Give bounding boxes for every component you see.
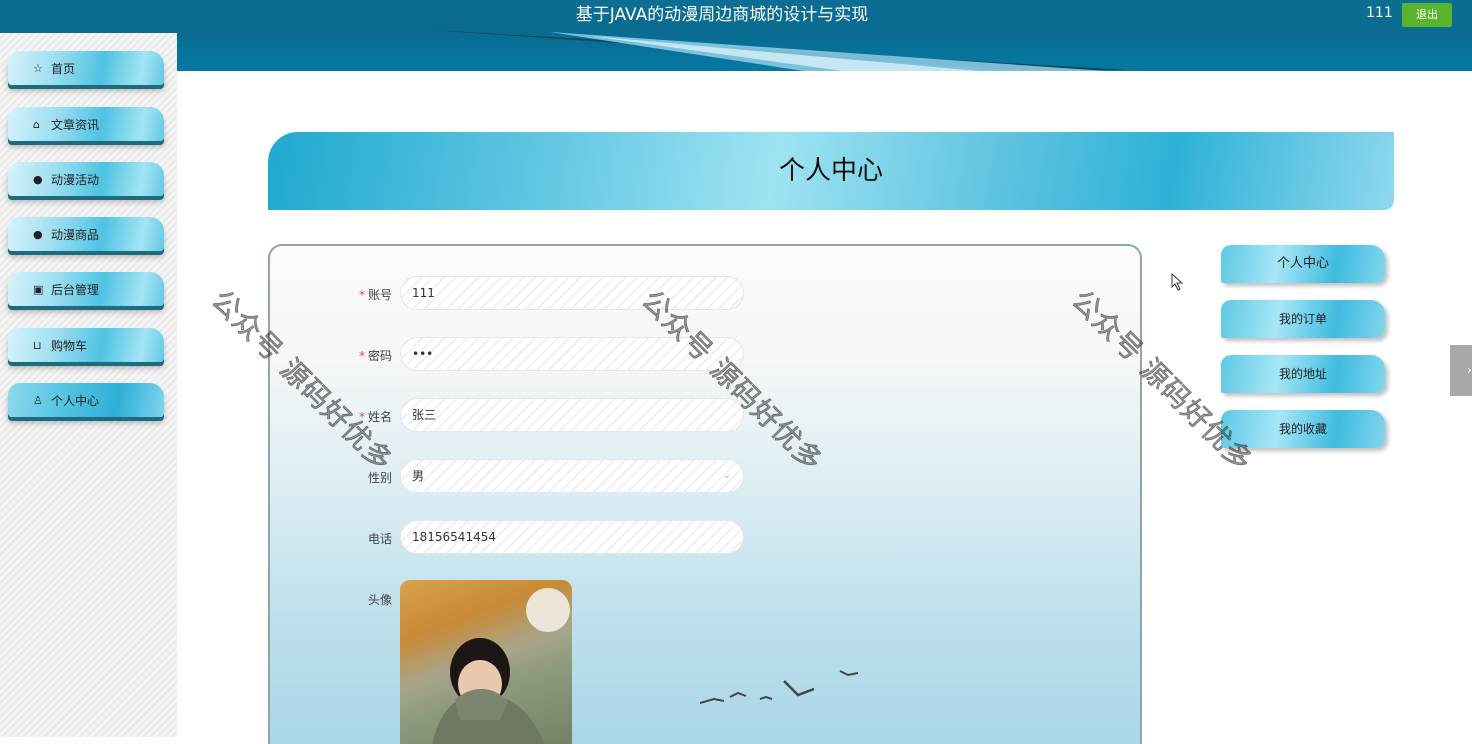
header-bar: 基于JAVA的动漫周边商城的设计与实现 111 退出 (0, 0, 1472, 71)
sidebar-item-label: 首页 (51, 61, 76, 76)
menu-item-addresses[interactable]: 我的地址 (1221, 355, 1385, 393)
side-drawer-tab[interactable]: › (1450, 345, 1472, 396)
chevron-right-icon: › (1467, 363, 1472, 377)
required-mark: * (358, 288, 365, 302)
sidebar-item-label: 文章资讯 (51, 117, 100, 132)
sidebar-item-products[interactable]: ● 动漫商品 (8, 217, 164, 251)
account-label: * 账号 (358, 288, 392, 302)
sidebar-item-label: 个人中心 (51, 393, 100, 408)
star-icon: ☆ (33, 61, 43, 75)
sidebar-item-cart[interactable]: ⊔ 购物车 (8, 328, 164, 362)
logout-button[interactable]: 退出 (1402, 3, 1452, 27)
avatar-image[interactable] (400, 580, 572, 744)
header-swoosh-decoration (430, 30, 1130, 71)
sidebar-item-label: 动漫商品 (51, 227, 100, 242)
account-input[interactable]: 111 (400, 276, 744, 310)
sidebar-item-label: 购物车 (51, 338, 88, 353)
phone-label: 电话 (367, 532, 392, 546)
gender-select[interactable]: 男 ⌄ (400, 459, 744, 493)
sidebar-item-home[interactable]: ☆ 首页 (8, 51, 164, 85)
username-label: 111 (1366, 5, 1393, 21)
menu-item-orders[interactable]: 我的订单 (1221, 300, 1385, 338)
sidebar-item-label: 动漫活动 (51, 172, 100, 187)
sidebar-item-admin[interactable]: ▣ 后台管理 (8, 272, 164, 306)
site-title: 基于JAVA的动漫周边商城的设计与实现 (575, 5, 869, 25)
menu-item-profile[interactable]: 个人中心 (1221, 245, 1385, 283)
phone-input[interactable]: 18156541454 (400, 520, 744, 554)
profile-form-panel: * 账号 111 * 密码 ••• * 姓名 张三 性别 男 ⌄ 电话 1815654… (268, 244, 1142, 744)
sidebar: ☆ 首页 ⌂ 文章资讯 ● 动漫活动 ● 动漫商品 ▣ 后台管理 ⊔ 购物车 ♙… (0, 33, 177, 737)
user-icon: ♙ (33, 393, 43, 407)
question-circle-icon: ● (33, 227, 43, 241)
birds-decoration (700, 670, 859, 704)
briefcase-icon: ▣ (33, 282, 44, 296)
gender-select-value: 男 (412, 469, 425, 483)
page-banner: 个人中心 (268, 132, 1394, 210)
mouse-cursor-icon (1171, 273, 1184, 291)
form-row-password: * 密码 ••• (270, 337, 870, 373)
password-label: * 密码 (358, 349, 392, 363)
name-input[interactable]: 张三 (400, 398, 744, 432)
sidebar-item-news[interactable]: ⌂ 文章资讯 (8, 107, 164, 141)
required-mark: * (358, 349, 365, 363)
sidebar-item-label: 后台管理 (51, 282, 100, 297)
bag-icon: ⌂ (33, 117, 40, 131)
avatar-label: 头像 (367, 593, 392, 607)
form-row-account: * 账号 111 (270, 276, 870, 312)
chevron-down-icon: ⌄ (722, 470, 731, 481)
sidebar-item-activities[interactable]: ● 动漫活动 (8, 162, 164, 196)
cart-icon: ⊔ (33, 338, 42, 352)
sidebar-item-profile[interactable]: ♙ 个人中心 (8, 383, 164, 417)
page-title: 个人中心 (778, 156, 883, 186)
form-row-phone: 电话 18156541454 (270, 520, 870, 556)
exclamation-circle-icon: ● (33, 172, 43, 186)
